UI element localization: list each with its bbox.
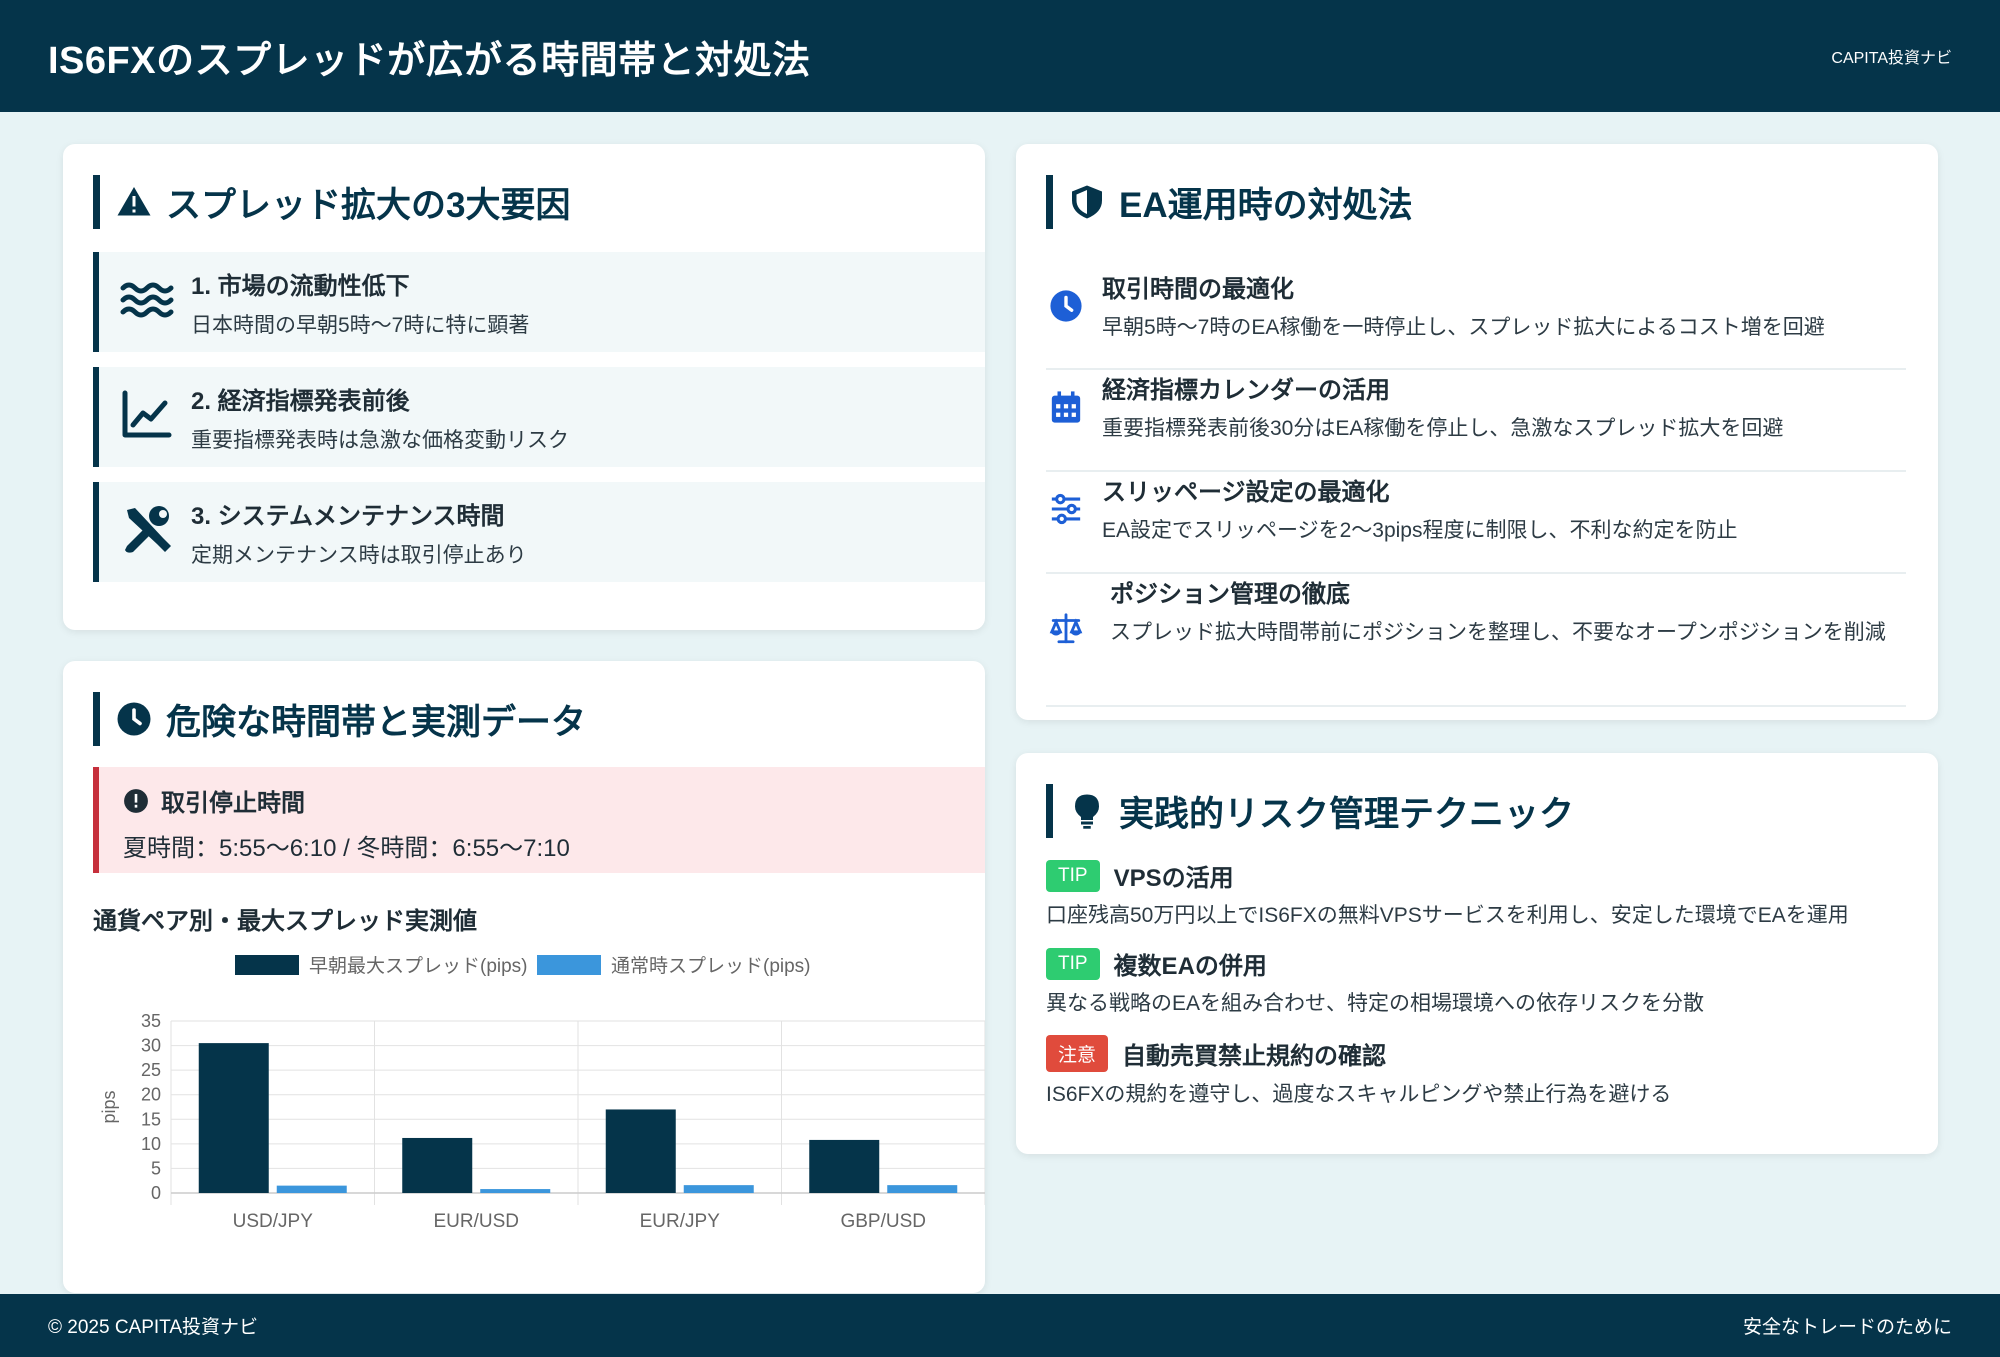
tips-card: 実践的リスク管理テクニック TIP VPSの活用 口座残高50万円以上でIS6F… (1016, 753, 1938, 1154)
alert-desc: 夏時間：5:55〜6:10 / 冬時間：6:55〜7:10 (123, 835, 570, 862)
page-header: IS6FXのスプレッドが広がる時間帯と対処法 CAPITA投資ナビ (0, 0, 2000, 112)
tools-icon (119, 502, 175, 563)
tips-card-title: 実践的リスク管理テクニック (1046, 784, 1574, 838)
y-tick-label: 0 (151, 1183, 161, 1203)
exclamation-circle-icon (124, 788, 148, 813)
bar (480, 1189, 551, 1193)
legend-swatch (235, 955, 299, 975)
danger-card: 危険な時間帯と実測データ 取引停止時間 夏時間：5:55〜6:10 / 冬時間：… (63, 661, 985, 1293)
water-icon (119, 272, 175, 333)
solution-item: 経済指標カレンダーの活用 重要指標発表前後30分はEA稼働を停止し、急激なスプレ… (1046, 370, 1906, 472)
solution-desc: EA設定でスリッページを2〜3pips程度に制限し、不利な約定を防止 (1102, 519, 1738, 542)
solution-title: 取引時間の最適化 (1102, 276, 1294, 303)
sliders-icon (1046, 472, 1086, 526)
cause-title: 1. 市場の流動性低下 (191, 272, 410, 300)
trading-halt-alert: 取引停止時間 夏時間：5:55〜6:10 / 冬時間：6:55〜7:10 (93, 767, 985, 873)
x-tick-label: USD/JPY (233, 1211, 314, 1232)
tip-desc: 異なる戦略のEAを組み合わせ、特定の相場環境への依存リスクを分散 (1046, 992, 1705, 1015)
tip-badge: TIP (1046, 947, 1100, 980)
tip-item: TIP 複数EAの併用 異なる戦略のEAを組み合わせ、特定の相場環境への依存リス… (1046, 946, 1926, 1017)
y-tick-label: 5 (151, 1158, 161, 1178)
bar (887, 1185, 958, 1193)
footer-tagline: 安全なトレードのために (1742, 1317, 1952, 1338)
x-tick-label: GBP/USD (840, 1211, 926, 1232)
cause-desc: 定期メンテナンス時は取引停止あり (191, 543, 527, 567)
bar (809, 1139, 880, 1193)
y-tick-label: 25 (141, 1060, 161, 1080)
page-footer: © 2025 CAPITA投資ナビ 安全なトレードのために (0, 1294, 2000, 1357)
spread-bar-chart: 早朝最大スプレッド(pips) 通常時スプレッド(pips) 0 5 10 15 20 25 3… (99, 955, 985, 1232)
y-tick-label: 15 (141, 1109, 161, 1129)
solution-item: ポジション管理の徹底 スプレッド拡大時間帯前にポジションを整理し、不要なオープン… (1046, 574, 1906, 707)
clock-icon (117, 702, 151, 736)
solution-desc: スプレッド拡大時間帯前にポジションを整理し、不要なオープンポジションを削減 (1110, 621, 1886, 644)
solution-title: スリッページ設定の最適化 (1102, 479, 1390, 506)
tip-item: 注意 自動売買禁止規約の確認 IS6FXの規約を遵守し、過度なスキャルピングや禁… (1046, 1035, 1926, 1108)
solution-title: ポジション管理の徹底 (1110, 581, 1350, 608)
bar (276, 1185, 347, 1193)
solution-desc: 重要指標発表前後30分はEA稼働を停止し、急激なスプレッド拡大を回避 (1102, 417, 1784, 440)
cause-title: 2. 経済指標発表前後 (191, 387, 410, 415)
solutions-title-text: EA運用時の対処法 (1119, 185, 1413, 225)
scale-icon (1046, 574, 1086, 646)
y-tick-label: 30 (141, 1036, 161, 1056)
tip-title: 自動売買禁止規約の確認 (1122, 1043, 1387, 1070)
causes-card: スプレッド拡大の3大要因 1. 市場の流動性低下 日本時間の早朝5時〜7時に特に… (63, 144, 985, 630)
chart-title: 通貨ペア別・最大スプレッド実測値 (93, 908, 477, 935)
tip-title: VPSの活用 (1113, 865, 1234, 892)
danger-card-title: 危険な時間帯と実測データ (93, 692, 586, 746)
tip-desc: IS6FXの規約を遵守し、過度なスキャルピングや禁止行為を避ける (1046, 1083, 1672, 1106)
bar (683, 1185, 754, 1193)
tip-item: TIP VPSの活用 口座残高50万円以上でIS6FXの無料VPSサービスを利用… (1046, 858, 1926, 929)
cause-item: 3. システムメンテナンス時間 定期メンテナンス時は取引停止あり (93, 482, 985, 582)
clock-icon (1046, 269, 1086, 323)
y-tick-label: 35 (141, 1011, 161, 1031)
x-tick-label: EUR/JPY (640, 1211, 721, 1232)
tip-desc: 口座残高50万円以上でIS6FXの無料VPSサービスを利用し、安定した環境でEA… (1046, 904, 1849, 927)
cause-item: 1. 市場の流動性低下 日本時間の早朝5時〜7時に特に顕著 (93, 252, 985, 352)
tip-badge: TIP (1046, 859, 1100, 892)
solution-item: 取引時間の最適化 早朝5時〜7時のEA稼働を一時停止し、スプレッド拡大によるコス… (1046, 269, 1906, 370)
legend-swatch (537, 955, 601, 975)
legend-label: 早朝最大スプレッド(pips) (309, 955, 528, 977)
solution-item: スリッページ設定の最適化 EA設定でスリッページを2〜3pips程度に制限し、不… (1046, 472, 1906, 574)
alert-title: 取引停止時間 (161, 790, 305, 817)
causes-title-text: スプレッド拡大の3大要因 (166, 185, 571, 225)
solutions-card: EA運用時の対処法 取引時間の最適化 早朝5時〜7時のEA稼働を一時停止し、スプ… (1016, 144, 1938, 720)
solution-desc: 早朝5時〜7時のEA稼働を一時停止し、スプレッド拡大によるコスト増を回避 (1102, 316, 1825, 339)
y-axis-label: pips (99, 1090, 119, 1123)
cause-item: 2. 経済指標発表前後 重要指標発表時は急激な価格変動リスク (93, 367, 985, 467)
chart-line-icon (119, 387, 175, 448)
danger-title-text: 危険な時間帯と実測データ (166, 702, 587, 742)
bar (198, 1043, 269, 1193)
causes-card-title: スプレッド拡大の3大要因 (93, 175, 570, 229)
y-tick-label: 20 (141, 1085, 161, 1105)
calendar-icon (1046, 370, 1086, 424)
y-tick-label: 10 (141, 1134, 161, 1154)
cause-title: 3. システムメンテナンス時間 (191, 502, 505, 530)
shield-icon (1072, 185, 1102, 219)
warning-badge: 注意 (1046, 1035, 1109, 1072)
bar (402, 1137, 473, 1193)
solutions-card-title: EA運用時の対処法 (1046, 175, 1413, 229)
cause-desc: 重要指標発表時は急激な価格変動リスク (191, 428, 569, 452)
page-title: IS6FXのスプレッドが広がる時間帯と対処法 (48, 39, 811, 82)
tips-title-text: 実践的リスク管理テクニック (1119, 794, 1575, 834)
x-tick-label: EUR/USD (433, 1211, 519, 1232)
cause-desc: 日本時間の早朝5時〜7時に特に顕著 (191, 313, 530, 337)
brand-name[interactable]: CAPITA投資ナビ (1831, 44, 1952, 68)
bar (605, 1109, 676, 1193)
solution-title: 経済指標カレンダーの活用 (1102, 377, 1390, 404)
tip-title: 複数EAの併用 (1113, 953, 1267, 980)
lightbulb-icon (1075, 794, 1099, 829)
warning-icon (117, 187, 151, 216)
legend-label: 通常時スプレッド(pips) (611, 955, 811, 977)
copyright: © 2025 CAPITA投資ナビ (48, 1317, 259, 1338)
